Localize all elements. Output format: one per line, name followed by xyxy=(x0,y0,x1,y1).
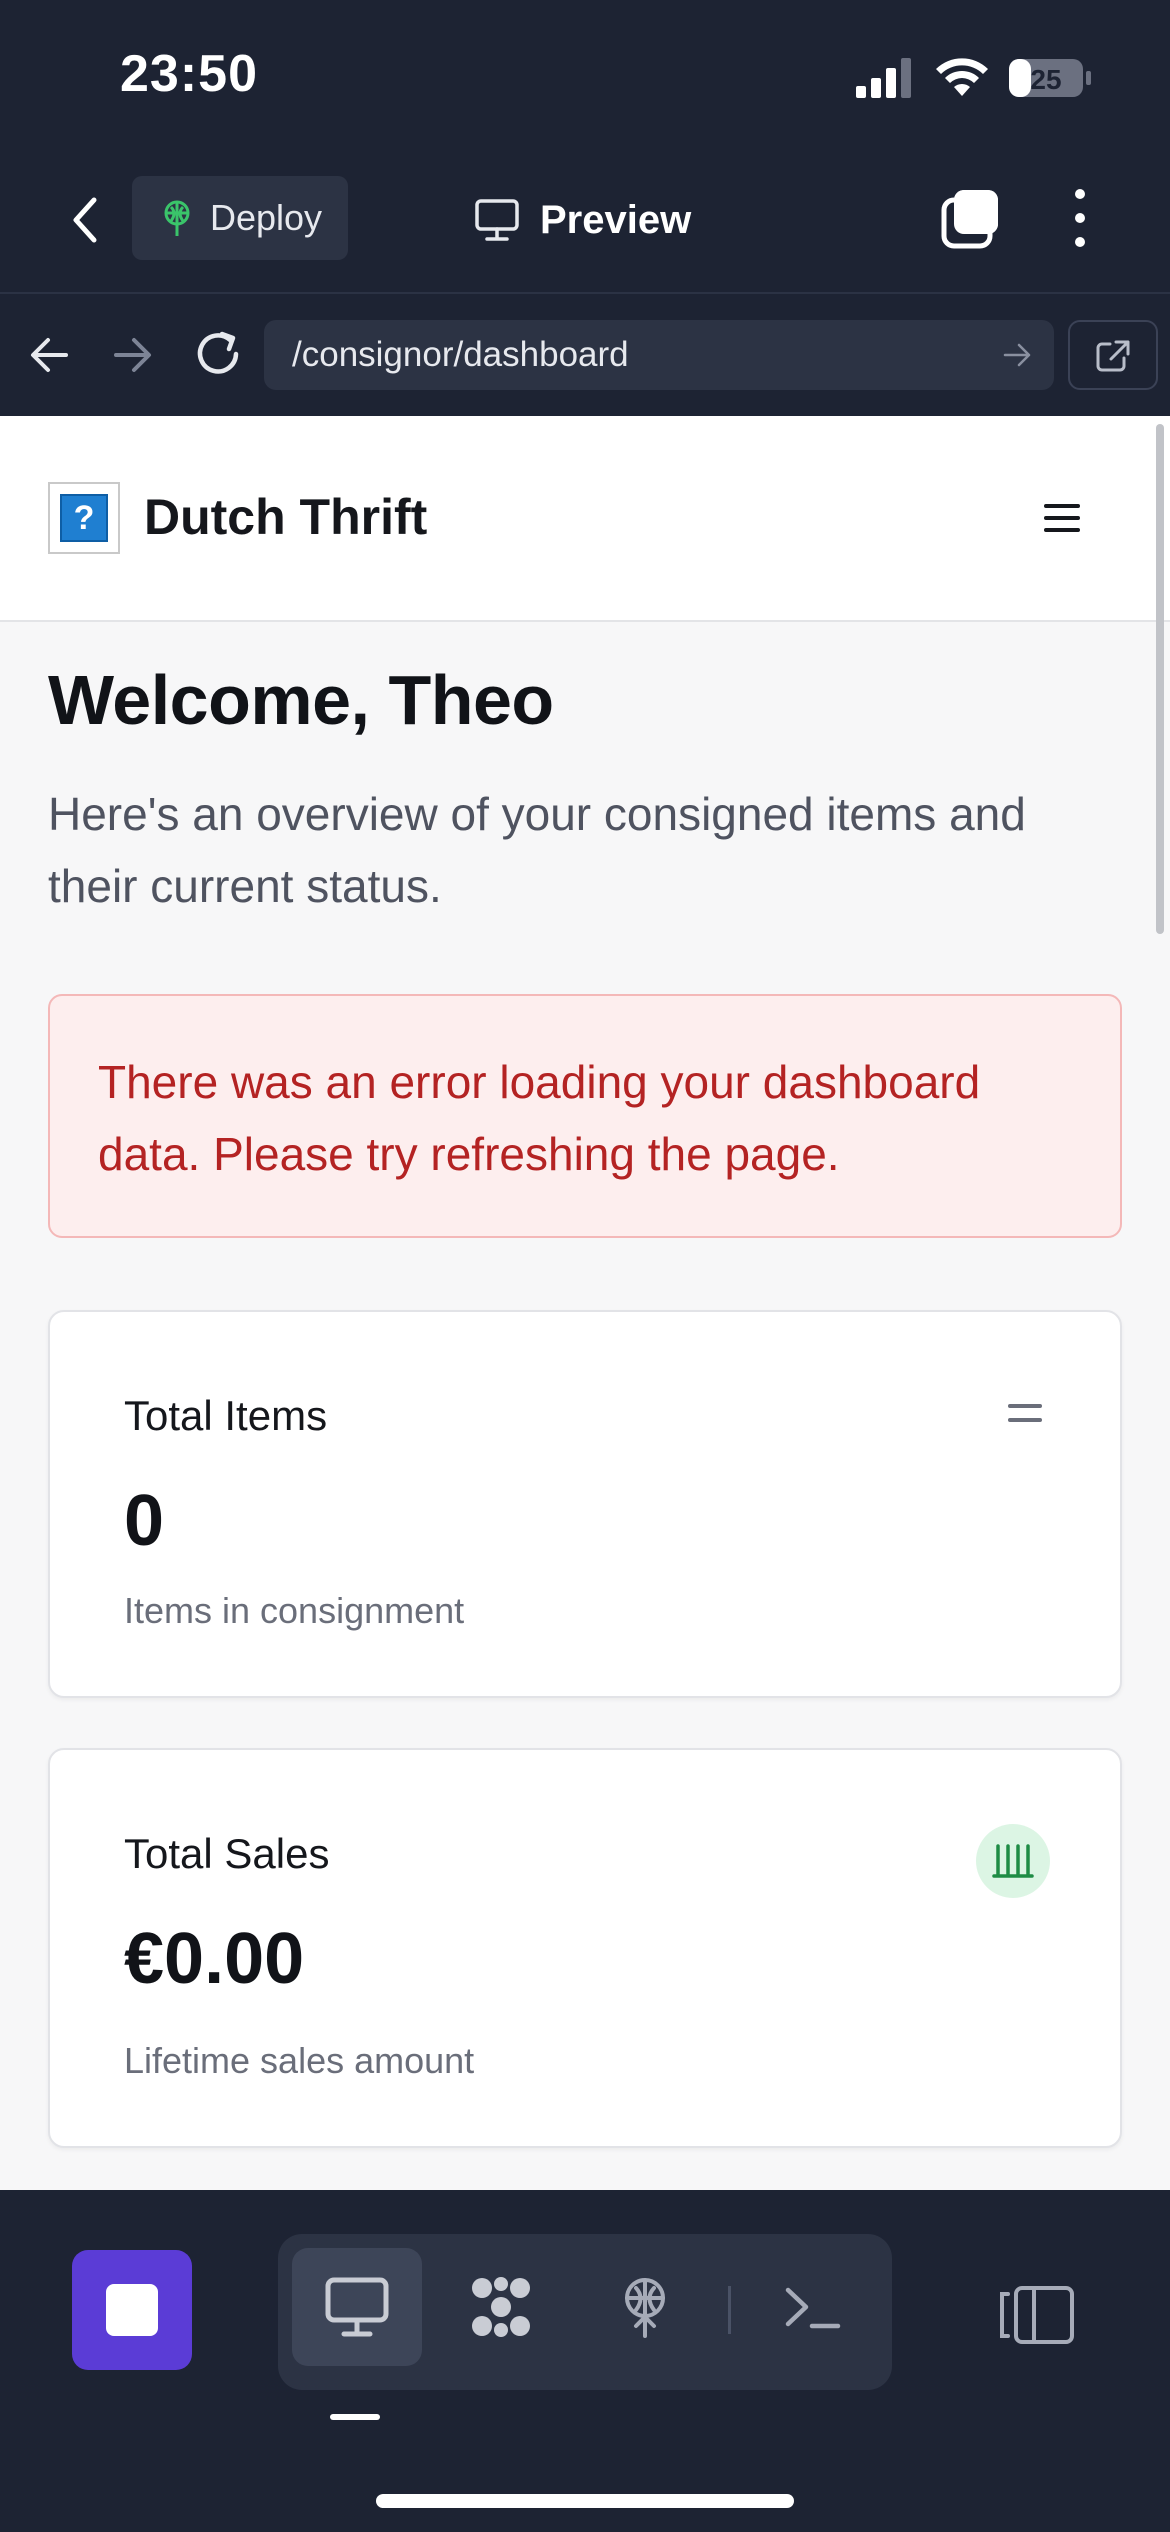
preview-label: Preview xyxy=(540,197,692,242)
stop-icon xyxy=(106,2284,158,2336)
deploy-button[interactable]: Deploy xyxy=(132,176,348,260)
tabs-icon[interactable] xyxy=(940,186,1004,250)
stat-card-total-items: Total Items 0 Items in consignment xyxy=(48,1310,1122,1698)
card-subtitle: Lifetime sales amount xyxy=(124,2040,475,2081)
card-value: 0 xyxy=(124,1481,165,1561)
app-toolbar: Deploy Preview xyxy=(0,150,1170,294)
active-tab-indicator xyxy=(330,2414,380,2420)
card-subtitle: Items in consignment xyxy=(124,1590,465,1631)
url-input[interactable]: /consignor/dashboard xyxy=(264,320,1054,390)
battery-level: 25 xyxy=(1030,64,1061,95)
dock-tab-packages[interactable] xyxy=(436,2248,566,2366)
go-arrow-icon[interactable] xyxy=(1002,340,1032,370)
monitor-icon xyxy=(325,2277,389,2337)
wifi-icon xyxy=(936,58,988,96)
reload-icon[interactable] xyxy=(192,328,244,380)
home-indicator[interactable] xyxy=(376,2494,794,2508)
broken-image-icon: ? xyxy=(60,494,108,542)
dock-tab-terminal[interactable] xyxy=(748,2248,878,2366)
url-text: /consignor/dashboard xyxy=(292,335,629,374)
error-alert: There was an error loading your dashboar… xyxy=(48,994,1122,1238)
deploy-icon xyxy=(625,2278,665,2338)
packages-icon xyxy=(472,2277,530,2337)
deploy-label: Deploy xyxy=(210,197,323,238)
stop-button[interactable] xyxy=(72,2250,192,2370)
dock-tab-preview[interactable] xyxy=(292,2248,422,2366)
preview-tab[interactable]: Preview xyxy=(474,190,691,250)
browser-bar: /consignor/dashboard xyxy=(0,296,1170,416)
card-title: Total Items xyxy=(124,1392,328,1439)
dock-tabs xyxy=(278,2234,892,2390)
brand-name[interactable]: Dutch Thrift xyxy=(144,488,427,546)
terminal-icon xyxy=(785,2287,841,2329)
cellular-signal-icon xyxy=(856,58,911,98)
side-panel-icon[interactable] xyxy=(998,2280,1078,2350)
deploy-icon xyxy=(164,200,190,236)
bank-icon xyxy=(976,1824,1050,1898)
bottom-dock xyxy=(0,2190,1170,2532)
more-options-icon[interactable] xyxy=(1058,186,1102,250)
open-external-button[interactable] xyxy=(1068,320,1158,390)
page-title: Welcome, Theo xyxy=(48,661,554,739)
dock-tab-deploy[interactable] xyxy=(580,2248,710,2366)
web-page: ? Dutch Thrift Welcome, Theo Here's an o… xyxy=(0,416,1170,2190)
hamburger-menu-icon[interactable] xyxy=(1038,496,1086,540)
nav-back-icon[interactable] xyxy=(26,332,72,378)
battery-icon: 25 xyxy=(1009,59,1091,97)
status-bar: 23:50 25 xyxy=(0,0,1170,150)
equals-icon xyxy=(1008,1400,1048,1428)
site-logo[interactable]: ? xyxy=(48,482,120,554)
page-scrollbar[interactable] xyxy=(1156,424,1164,934)
monitor-icon xyxy=(475,199,519,241)
page-intro: Here's an overview of your consigned ite… xyxy=(48,788,1026,912)
external-link-icon xyxy=(1096,340,1130,372)
dock-divider xyxy=(728,2286,731,2334)
card-value: €0.00 xyxy=(124,1919,305,1999)
status-time: 23:50 xyxy=(120,45,258,103)
back-chevron-icon[interactable] xyxy=(60,190,112,250)
app-screen: 23:50 25 Deploy Preview /consignor/dashb… xyxy=(0,0,1170,2532)
stat-card-total-sales: Total Sales €0.00 Lifetime sales amount xyxy=(48,1748,1122,2148)
site-header: ? Dutch Thrift xyxy=(0,416,1170,622)
nav-forward-icon[interactable] xyxy=(110,332,156,378)
error-message: There was an error loading your dashboar… xyxy=(98,1056,981,1180)
card-title: Total Sales xyxy=(124,1830,330,1877)
